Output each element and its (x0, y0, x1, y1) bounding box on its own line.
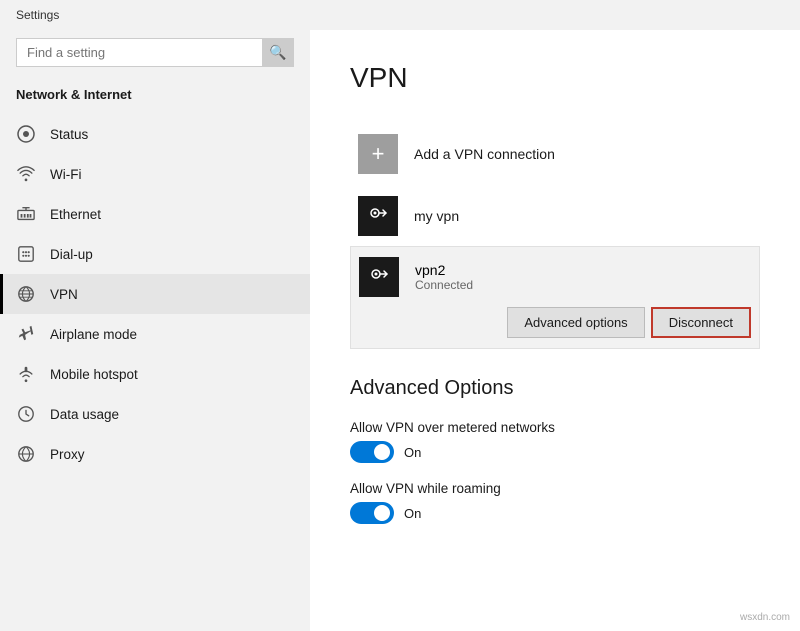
toggle-roaming-track[interactable] (350, 502, 394, 524)
sidebar-item-airplane[interactable]: Airplane mode (0, 314, 310, 354)
search-icon: 🔍 (269, 44, 286, 61)
advanced-options-button[interactable]: Advanced options (507, 307, 644, 338)
toggle-roaming-onlabel: On (404, 506, 421, 521)
sidebar-label-status: Status (50, 127, 88, 142)
search-input[interactable] (16, 38, 294, 67)
sidebar-item-proxy[interactable]: Proxy (0, 434, 310, 474)
sidebar-section-title: Network & Internet (0, 83, 310, 114)
search-button[interactable]: 🔍 (262, 38, 294, 67)
sidebar-label-wifi: Wi-Fi (50, 167, 81, 182)
vpn2-name: vpn2 (415, 262, 473, 278)
dialup-icon (16, 244, 36, 264)
vpn-item-vpn2-connected: vpn2 Connected Advanced options Disconne… (350, 246, 760, 349)
vpn-item-myvpn[interactable]: my vpn (350, 186, 760, 246)
wifi-icon (16, 164, 36, 184)
sidebar-label-dialup: Dial-up (50, 247, 93, 262)
disconnect-button[interactable]: Disconnect (651, 307, 751, 338)
vpn2-top-row: vpn2 Connected (359, 257, 751, 297)
vpn-item-myvpn-icon (358, 196, 398, 236)
toggle-metered-thumb (374, 444, 390, 460)
option-roaming-toggle-row: On (350, 502, 760, 524)
hotspot-icon (16, 364, 36, 384)
advanced-options-section: Advanced Options Allow VPN over metered … (350, 377, 760, 524)
sidebar-item-datausage[interactable]: Data usage (0, 394, 310, 434)
toggle-metered-track[interactable] (350, 441, 394, 463)
sidebar-label-vpn: VPN (50, 287, 78, 302)
add-vpn-label: Add a VPN connection (414, 146, 555, 162)
sidebar-item-hotspot[interactable]: Mobile hotspot (0, 354, 310, 394)
vpn-item-vpn2-icon (359, 257, 399, 297)
sidebar-item-ethernet[interactable]: Ethernet (0, 194, 310, 234)
page-title: VPN (350, 62, 760, 94)
sidebar: 🔍 Network & Internet Status (0, 30, 310, 631)
sidebar-label-airplane: Airplane mode (50, 327, 137, 342)
sidebar-item-dialup[interactable]: Dial-up (0, 234, 310, 274)
search-box: 🔍 (16, 38, 294, 67)
option-metered-toggle-row: On (350, 441, 760, 463)
title-bar: Settings (0, 0, 800, 30)
datausage-icon (16, 404, 36, 424)
sidebar-item-status[interactable]: Status (0, 114, 310, 154)
vpn-list: + Add a VPN connection my vpn (350, 122, 760, 349)
vpn-myvpn-name: my vpn (414, 208, 459, 224)
add-vpn-button[interactable]: + Add a VPN connection (350, 122, 760, 186)
status-icon (16, 124, 36, 144)
toggle-metered[interactable] (350, 441, 394, 463)
toggle-metered-onlabel: On (404, 445, 421, 460)
sidebar-label-proxy: Proxy (50, 447, 85, 462)
option-metered-label: Allow VPN over metered networks (350, 420, 760, 435)
vpn2-status: Connected (415, 278, 473, 292)
airplane-icon (16, 324, 36, 344)
advanced-options-title: Advanced Options (350, 377, 760, 400)
sidebar-item-vpn[interactable]: VPN (0, 274, 310, 314)
ethernet-icon (16, 204, 36, 224)
toggle-roaming[interactable] (350, 502, 394, 524)
option-roaming: Allow VPN while roaming On (350, 481, 760, 524)
toggle-roaming-thumb (374, 505, 390, 521)
sidebar-item-wifi[interactable]: Wi-Fi (0, 154, 310, 194)
sidebar-label-hotspot: Mobile hotspot (50, 367, 138, 382)
content-area: VPN + Add a VPN connection my vpn (310, 30, 800, 631)
vpn2-actions: Advanced options Disconnect (359, 307, 751, 338)
vpn-icon (16, 284, 36, 304)
watermark: wsxdn.com (740, 612, 790, 623)
option-roaming-label: Allow VPN while roaming (350, 481, 760, 496)
vpn2-info: vpn2 Connected (415, 262, 473, 292)
app-title: Settings (16, 8, 59, 22)
add-vpn-icon: + (358, 134, 398, 174)
proxy-icon (16, 444, 36, 464)
sidebar-label-ethernet: Ethernet (50, 207, 101, 222)
sidebar-label-datausage: Data usage (50, 407, 119, 422)
option-metered: Allow VPN over metered networks On (350, 420, 760, 463)
